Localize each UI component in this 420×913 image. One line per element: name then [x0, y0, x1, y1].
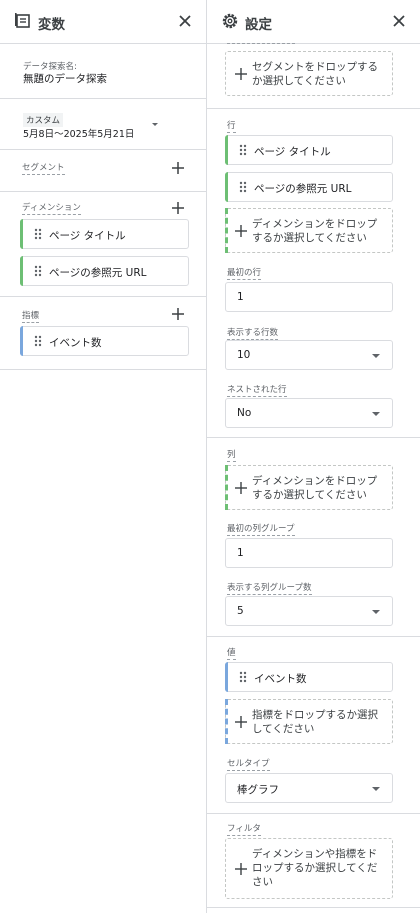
show-rows-value: 10 — [237, 349, 251, 361]
first-col-group-value: 1 — [237, 547, 244, 559]
drag-handle-icon[interactable] — [34, 265, 42, 277]
row-chip[interactable]: ページの参照元 URL — [225, 172, 393, 202]
segment-drop-zone[interactable]: セグメントをドロップするか選択してください — [225, 51, 393, 96]
dropdown-arrow-icon — [372, 787, 380, 791]
settings-title: 設定 — [245, 17, 272, 33]
cell-type-label: セルタイプ — [227, 759, 270, 771]
row-chip-label: ページの参照元 URL — [254, 183, 352, 195]
segments-label: セグメント — [22, 163, 65, 175]
row-chip-label: ページ タイトル — [254, 146, 331, 158]
close-icon[interactable] — [389, 11, 409, 31]
show-col-groups-select[interactable]: 5 — [225, 596, 393, 626]
plus-icon — [235, 225, 247, 237]
columns-drop-text: ディメンションをドロップするか選択してください — [252, 475, 378, 501]
value-chip-label: イベント数 — [254, 673, 307, 685]
rows-drop-zone[interactable]: ディメンションをドロップするか選択してください — [225, 208, 393, 253]
dimension-chip[interactable]: ページ タイトル — [20, 219, 189, 249]
show-rows-select[interactable]: 10 — [225, 340, 393, 370]
filters-drop-text: ディメンションや指標をドロップするか選択してください — [252, 848, 378, 888]
first-row-input[interactable]: 1 — [225, 282, 393, 312]
rows-label: 行 — [227, 121, 236, 133]
values-drop-zone[interactable]: 指標をドロップするか選択してください — [225, 699, 393, 744]
variables-icon — [15, 13, 30, 28]
add-dimension-icon[interactable] — [171, 201, 185, 215]
metrics-label: 指標 — [22, 311, 40, 323]
add-segment-icon[interactable] — [171, 161, 185, 175]
columns-label: 列 — [227, 450, 236, 462]
value-chip[interactable]: イベント数 — [225, 662, 393, 692]
dropdown-arrow-icon — [372, 610, 380, 614]
gear-icon — [222, 13, 238, 29]
plus-icon — [235, 863, 247, 875]
drag-handle-icon[interactable] — [239, 671, 247, 683]
plus-icon — [235, 716, 247, 728]
exploration-name-input[interactable]: 無題のデータ探索 — [23, 71, 107, 86]
show-col-groups-label: 表示する列グループ数 — [227, 583, 312, 595]
segment-label-underline — [227, 43, 295, 44]
date-badge: カスタム — [23, 113, 64, 127]
nested-rows-select[interactable]: No — [225, 398, 393, 428]
filters-label: フィルタ — [227, 824, 261, 836]
show-col-groups-value: 5 — [237, 605, 244, 617]
plus-icon — [235, 68, 247, 80]
drag-handle-icon[interactable] — [34, 228, 42, 240]
dimension-chip-label: ページの参照元 URL — [49, 267, 147, 279]
show-rows-label: 表示する行数 — [227, 328, 279, 340]
drag-handle-icon[interactable] — [239, 144, 247, 156]
dimension-chip[interactable]: ページの参照元 URL — [20, 256, 189, 286]
add-metric-icon[interactable] — [171, 307, 185, 321]
dimension-chip-label: ページ タイトル — [49, 230, 126, 242]
metric-chip-label: イベント数 — [49, 337, 102, 349]
drag-handle-icon[interactable] — [239, 181, 247, 193]
date-range-text: 5月8日～2025年5月21日 — [23, 129, 135, 140]
rows-drop-text: ディメンションをドロップするか選択してください — [252, 218, 378, 244]
first-col-group-label: 最初の列グループ — [227, 524, 295, 536]
plus-icon — [235, 482, 247, 494]
nested-rows-label: ネストされた行 — [227, 385, 287, 397]
columns-drop-zone[interactable]: ディメンションをドロップするか選択してください — [225, 465, 393, 510]
drag-handle-icon[interactable] — [34, 335, 42, 347]
first-row-value: 1 — [237, 291, 244, 303]
row-chip[interactable]: ページ タイトル — [225, 135, 393, 165]
dropdown-arrow-icon — [372, 354, 380, 358]
variables-header: 変数 — [0, 0, 206, 44]
first-row-label: 最初の行 — [227, 268, 262, 280]
nested-rows-value: No — [237, 407, 252, 419]
dimensions-label: ディメンション — [22, 203, 81, 215]
variables-panel: 変数 データ探索名: 無題のデータ探索 カスタム 5月8日～2025年5月21日… — [0, 0, 207, 913]
values-drop-text: 指標をドロップするか選択してください — [252, 709, 378, 735]
values-label: 値 — [227, 648, 236, 660]
dropdown-arrow-icon — [152, 123, 158, 126]
cell-type-select[interactable]: 棒グラフ — [225, 773, 393, 803]
settings-panel: 設定 セグメントをドロップするか選択してください 行 ページ タイトル ページの… — [207, 0, 420, 913]
filters-drop-zone[interactable]: ディメンションや指標をドロップするか選択してください — [225, 838, 393, 899]
close-icon[interactable] — [175, 11, 195, 31]
cell-type-value: 棒グラフ — [237, 784, 279, 796]
variables-title: 変数 — [38, 17, 65, 33]
settings-header: 設定 — [207, 0, 420, 44]
first-col-group-input[interactable]: 1 — [225, 538, 393, 568]
metric-chip[interactable]: イベント数 — [20, 326, 189, 356]
dropdown-arrow-icon — [372, 412, 380, 416]
segment-drop-text: セグメントをドロップするか選択してください — [252, 61, 378, 87]
